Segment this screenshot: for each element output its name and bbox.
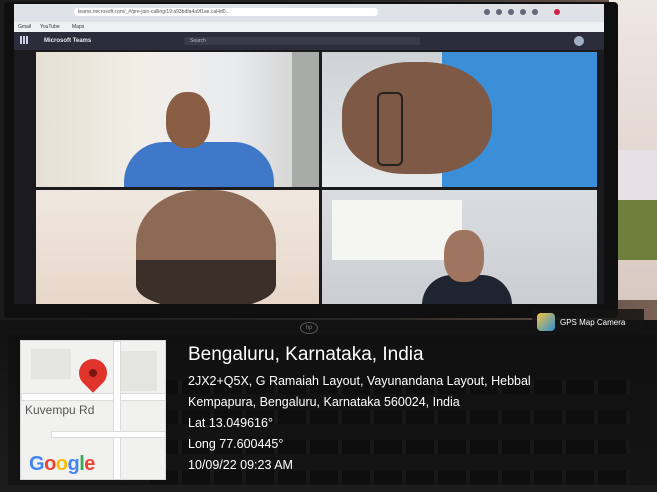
map-thumbnail: Kuvempu Rd Google	[20, 340, 166, 480]
bookmark-gmail[interactable]: Gmail	[18, 24, 31, 30]
teams-header: Microsoft Teams Search	[14, 32, 604, 50]
video-tile[interactable]	[36, 52, 319, 187]
bookmark-maps[interactable]: Maps	[72, 24, 84, 30]
participant-shirt	[124, 142, 274, 187]
hp-logo-icon: hp	[300, 322, 318, 334]
participant-face	[444, 230, 484, 282]
google-logo: Google	[29, 453, 95, 476]
app-launcher-icon[interactable]	[20, 36, 28, 44]
search-input[interactable]: Search	[184, 37, 420, 45]
background-door	[292, 52, 319, 187]
extension-icon[interactable]	[532, 9, 538, 15]
avatar[interactable]	[574, 36, 584, 46]
laptop-frame: teams.microsoft.com/_#/pre-join-calling/…	[4, 2, 618, 318]
video-tile[interactable]	[322, 190, 597, 304]
video-grid	[14, 50, 604, 304]
map-road	[113, 341, 121, 479]
extension-icon[interactable]	[484, 9, 490, 15]
map-block	[31, 349, 71, 379]
profile-icon[interactable]	[554, 9, 560, 15]
extension-icon[interactable]	[508, 9, 514, 15]
video-tile[interactable]	[322, 52, 597, 187]
participant-face	[342, 62, 492, 174]
browser-toolbar: teams.microsoft.com/_#/pre-join-calling/…	[14, 4, 604, 22]
address-line-1: 2JX2+Q5X, G Ramaiah Layout, Vayunandana …	[188, 374, 531, 388]
longitude: Long 77.600445°	[188, 437, 284, 451]
google-logo-letter: o	[55, 453, 68, 475]
address-line-2: Kempapura, Bengaluru, Karnataka 560024, …	[188, 395, 460, 409]
google-logo-letter: e	[84, 453, 95, 475]
map-block	[117, 351, 157, 391]
background-whiteboard	[332, 200, 462, 260]
video-tile[interactable]	[36, 190, 319, 304]
location-info: Bengaluru, Karnataka, India 2JX2+Q5X, G …	[188, 344, 531, 476]
latitude: Lat 13.049616°	[188, 416, 273, 430]
extension-icon[interactable]	[520, 9, 526, 15]
google-logo-letter: g	[67, 453, 80, 475]
bookmarks-bar: Gmail YouTube Maps	[14, 22, 604, 32]
extension-icon[interactable]	[496, 9, 502, 15]
location-city: Bengaluru, Karnataka, India	[188, 344, 424, 365]
app-title: Microsoft Teams	[44, 38, 92, 44]
google-logo-letter: G	[29, 453, 45, 475]
map-road	[21, 393, 165, 401]
address-bar[interactable]: teams.microsoft.com/_#/pre-join-calling/…	[74, 8, 378, 16]
laptop-screen: teams.microsoft.com/_#/pre-join-calling/…	[14, 4, 604, 304]
participant-glasses	[377, 92, 403, 166]
google-logo-letter: o	[44, 453, 56, 475]
gps-camera-icon	[537, 313, 555, 331]
map-pin-center	[89, 369, 97, 377]
gps-camera-badge: GPS Map Camera	[532, 309, 644, 335]
bookmark-youtube[interactable]: YouTube	[40, 24, 60, 30]
map-road	[51, 431, 165, 438]
map-road-label: Kuvempu Rd	[25, 403, 95, 417]
timestamp: 10/09/22 09:23 AM	[188, 458, 293, 472]
gps-camera-label: GPS Map Camera	[560, 318, 626, 327]
participant-beard	[136, 260, 276, 304]
participant-face	[166, 92, 210, 148]
